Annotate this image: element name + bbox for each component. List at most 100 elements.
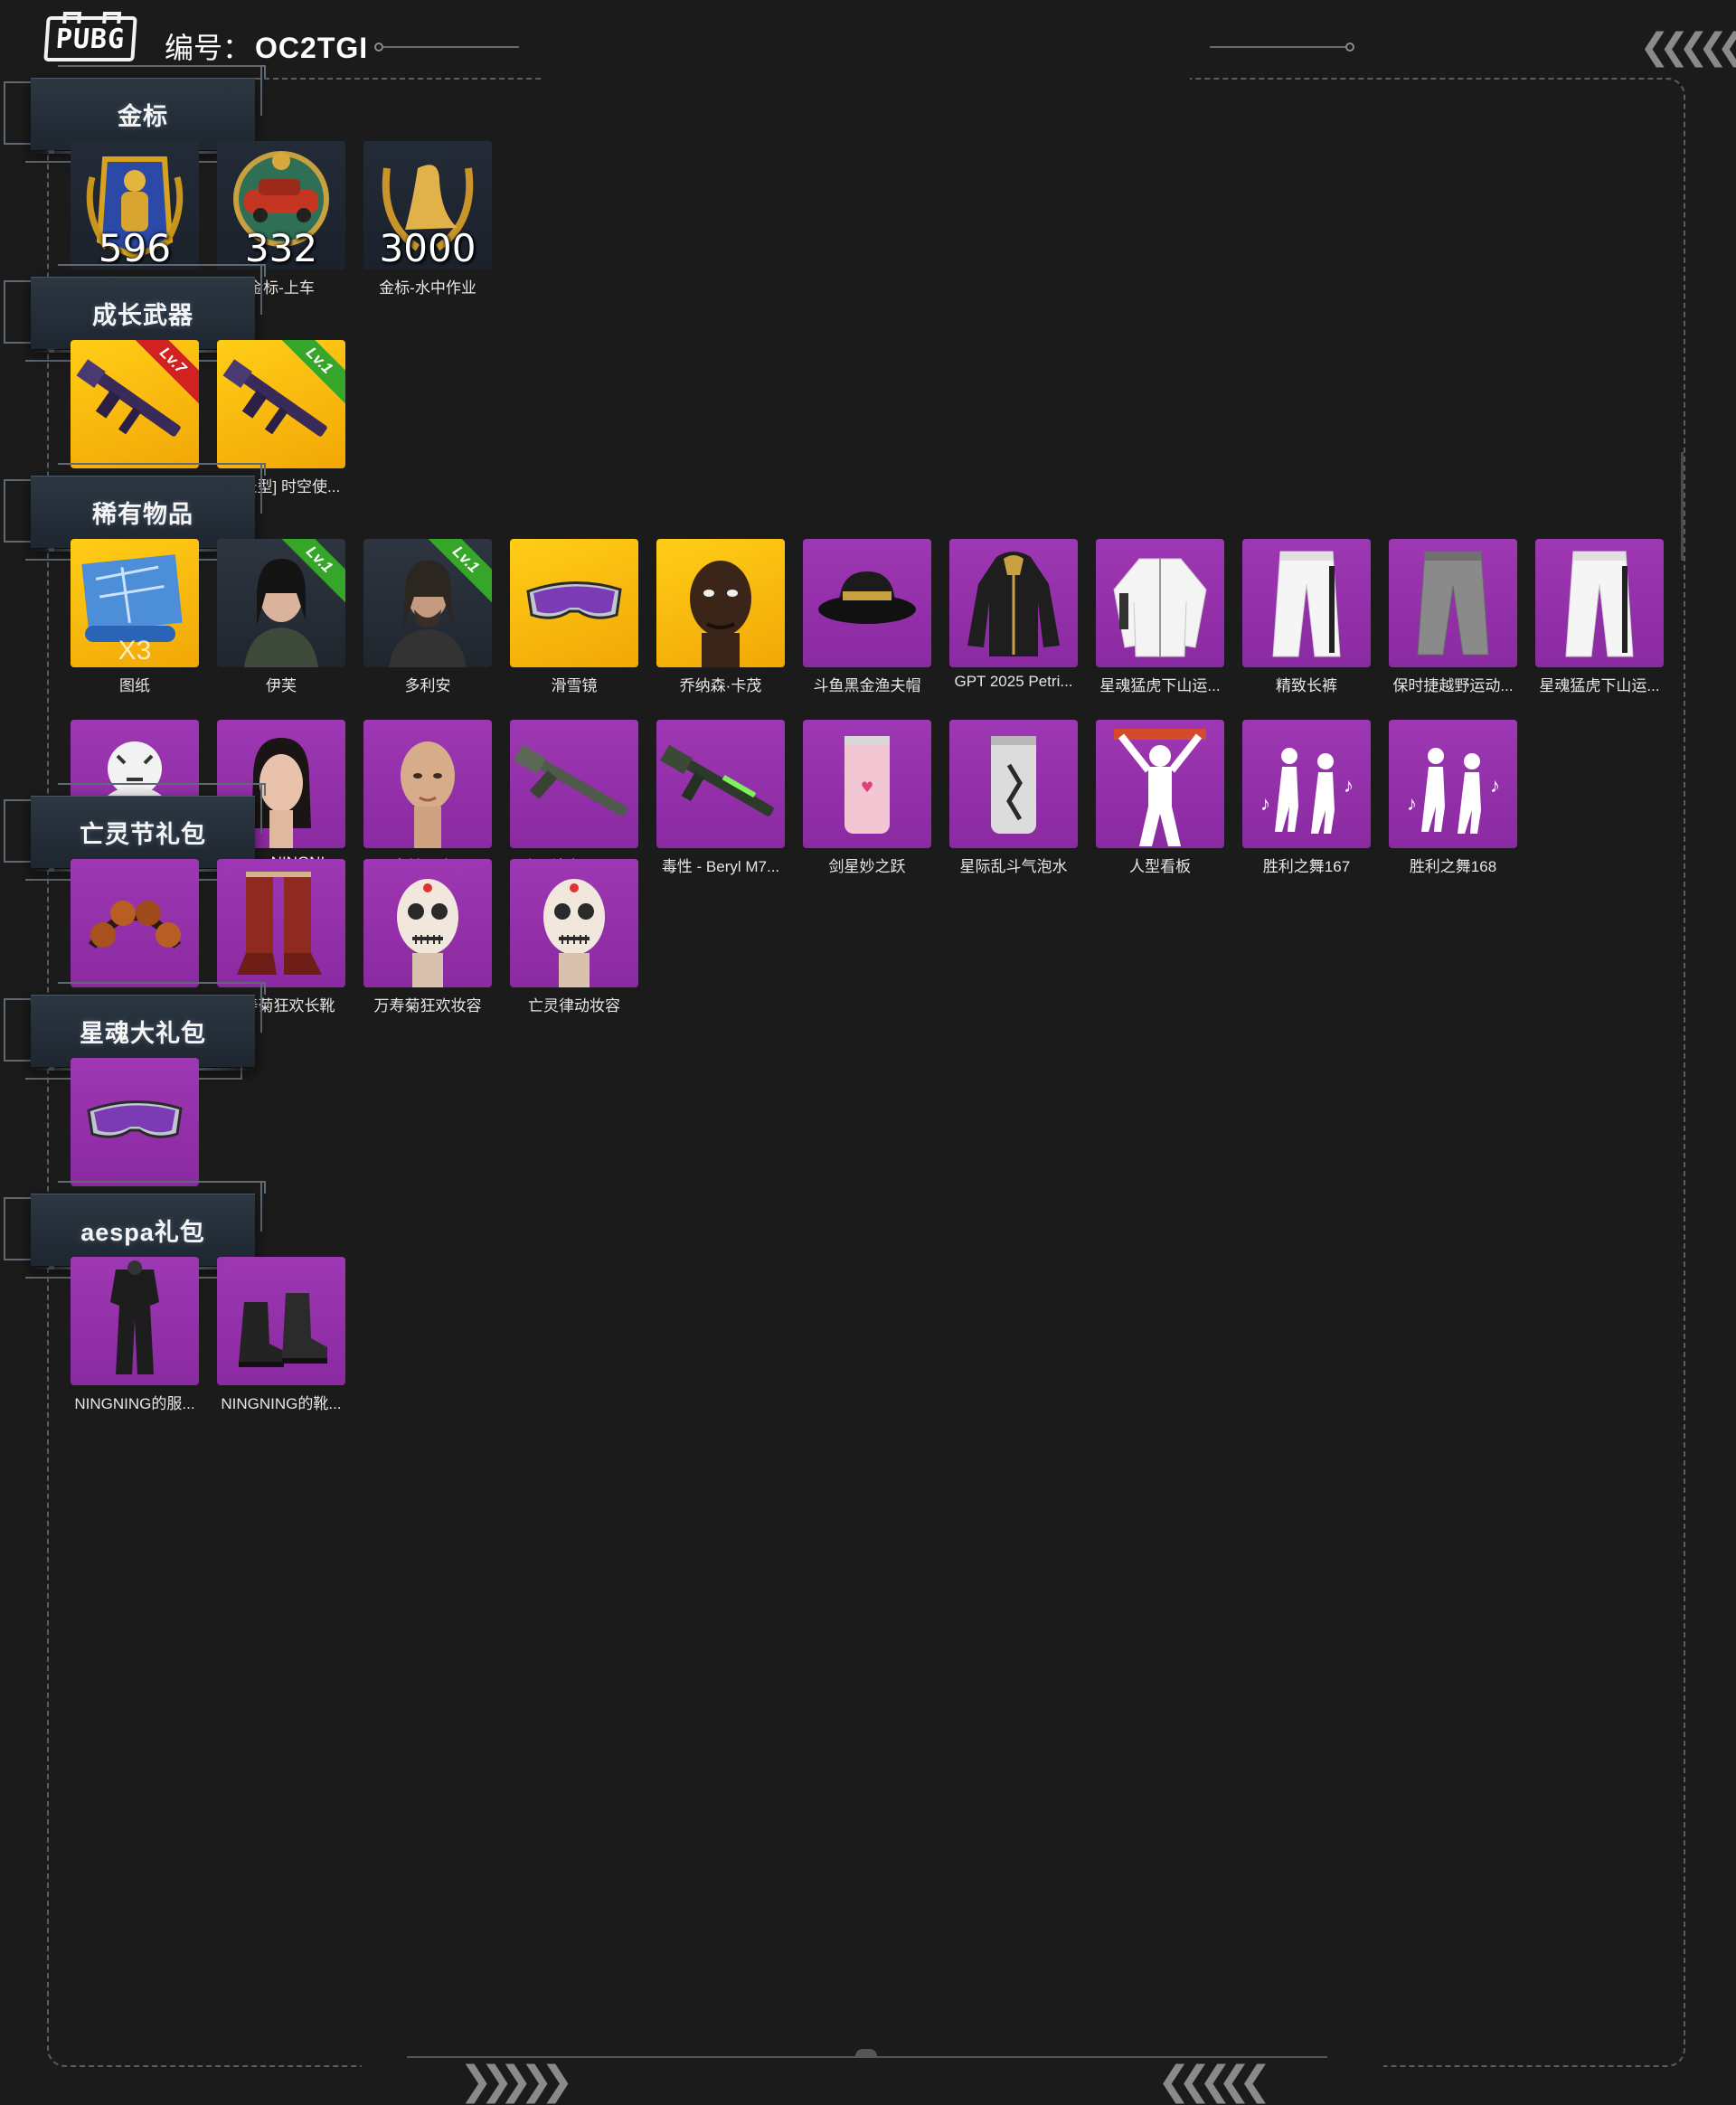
svg-text:♪: ♪ [1344,774,1354,797]
item-name: NINGNING的靴... [221,1395,342,1412]
section-title-label: 金标 [118,102,168,130]
item-card[interactable]: ♪ ♪ [1389,720,1517,848]
item-card[interactable] [510,539,638,667]
item-tile[interactable]: NINGNING的靴... [217,1257,363,1438]
svg-text:♪: ♪ [1407,792,1417,815]
item-card[interactable] [510,720,638,848]
item-tile[interactable]: NINGNING的服... [71,1257,217,1438]
item-card[interactable] [656,539,785,667]
item-row: NINGNING的服... NINGNING的靴... [71,1257,363,1438]
svg-text:♪: ♪ [1260,792,1270,815]
item-name: 亡灵律动妆容 [528,997,620,1015]
item-card[interactable]: Lv.7 [71,340,199,468]
item-quantity: X3 [118,636,152,665]
item-tile[interactable]: 滑雪镜 [510,539,656,720]
item-tile[interactable]: ♪ ♪ 胜利之舞168 [1389,720,1535,901]
item-tile[interactable]: X3 图纸 [71,539,217,720]
item-name: 金标-水中作业 [379,279,476,297]
item-name: 斗鱼黑金渔夫帽 [813,677,921,694]
item-name: 保时捷越野运动... [1392,677,1514,694]
item-card[interactable] [71,859,199,987]
footer-line [407,2056,1327,2058]
header-line-right [1210,42,1354,52]
item-tile[interactable]: 精致长裤 [1242,539,1389,720]
item-name: 多利安 [404,677,451,694]
pubg-logo: PUBG [43,16,137,61]
item-card[interactable] [1389,539,1517,667]
item-card[interactable] [1096,720,1224,848]
item-card[interactable] [1096,539,1224,667]
item-tile[interactable]: Lv.1 伊芙 [217,539,363,720]
chevrons-left-icon: ❮❮❮❮ ❮ [1639,27,1736,67]
serial-code: OC2TGI [255,32,369,64]
serial-number: 编号： OC2TGI [165,25,368,67]
item-card[interactable]: ♪ ♪ [1242,720,1371,848]
item-tile[interactable]: GPT 2025 Petri... [949,539,1096,720]
svg-text:♥: ♥ [861,779,873,796]
section-title-label: aespa礼包 [80,1218,205,1246]
item-card[interactable] [803,539,931,667]
item-tile[interactable]: 星魂猛虎下山运... [1535,539,1682,720]
item-tile[interactable]: ♪ ♪ 胜利之舞167 [1242,720,1389,901]
item-card[interactable] [949,539,1078,667]
item-tile[interactable]: 万寿菊狂欢妆容 [363,859,510,1040]
item-name: 图纸 [119,677,150,694]
item-name: 星际乱斗气泡水 [959,858,1068,875]
item-card[interactable] [656,720,785,848]
item-card[interactable] [363,720,492,848]
item-name: 人型看板 [1129,858,1191,875]
item-tile[interactable]: ♥ 剑星妙之跃 [803,720,949,901]
item-name: 精致长裤 [1276,677,1337,694]
item-row: X3 图纸 Lv.1 伊芙 Lv.1 多利安 滑雪镜 乔纳森·卡茂 斗鱼黑金渔夫… [71,539,1682,720]
item-card[interactable]: 3000 [363,141,492,269]
header-line-left [374,42,519,52]
item-card[interactable]: Lv.1 [217,539,345,667]
item-name: 毒性 - Beryl M7... [661,858,780,875]
item-tile[interactable]: 星魂猛虎下山运... [1096,539,1242,720]
item-card[interactable]: X3 [71,539,199,667]
item-count: 3000 [379,226,476,269]
item-tile[interactable]: 毒性 - Beryl M7... [656,720,803,901]
item-card[interactable] [217,1257,345,1385]
item-name: 胜利之舞168 [1409,858,1497,875]
item-name: 剑星妙之跃 [828,858,906,875]
chevrons-left-icon: ❮❮❮ ❮❮ [1157,2059,1272,2103]
item-name: 星魂猛虎下山运... [1539,677,1660,694]
item-tile[interactable]: Lv.1 多利安 [363,539,510,720]
item-card[interactable] [1535,539,1664,667]
item-card[interactable] [71,1257,199,1385]
svg-text:♪: ♪ [1490,774,1500,797]
item-card[interactable] [1242,539,1371,667]
item-name: 万寿菊狂欢妆容 [373,997,482,1015]
item-name: 胜利之舞167 [1262,858,1351,875]
item-tile[interactable]: 亡灵律动妆容 [510,859,656,1040]
section-title-label: 成长武器 [92,301,193,329]
item-card[interactable] [949,720,1078,848]
item-name: 伊芙 [266,677,297,694]
item-tile[interactable]: 斗鱼黑金渔夫帽 [803,539,949,720]
item-name: 滑雪镜 [551,677,598,694]
item-card[interactable]: ♥ [803,720,931,848]
item-name: NINGNING的服... [74,1395,195,1412]
item-card[interactable]: Lv.1 [217,340,345,468]
item-card[interactable] [510,859,638,987]
item-name: 乔纳森·卡茂 [679,677,762,694]
item-tile[interactable]: 人型看板 [1096,720,1242,901]
item-name: 星魂猛虎下山运... [1099,677,1221,694]
section-title-label: 亡灵节礼包 [80,820,206,848]
item-tile[interactable]: 保时捷越野运动... [1389,539,1535,720]
item-card[interactable]: 332 [217,141,345,269]
item-tile[interactable]: 星际乱斗气泡水 [949,720,1096,901]
item-tile[interactable]: 乔纳森·卡茂 [656,539,803,720]
item-card[interactable] [363,859,492,987]
item-card[interactable] [217,859,345,987]
section-title-label: 稀有物品 [92,500,193,528]
section-title-label: 星魂大礼包 [80,1019,206,1047]
item-name: GPT 2025 Petri... [954,673,1073,690]
item-card[interactable] [71,1058,199,1186]
chevrons-right-icon: ❯❯ ❯❯❯ [459,2059,574,2103]
serial-label: 编号： [165,32,252,64]
item-card[interactable]: 596 [71,141,199,269]
item-card[interactable]: Lv.1 [363,539,492,667]
item-tile[interactable]: 3000 金标-水中作业 [363,141,510,322]
